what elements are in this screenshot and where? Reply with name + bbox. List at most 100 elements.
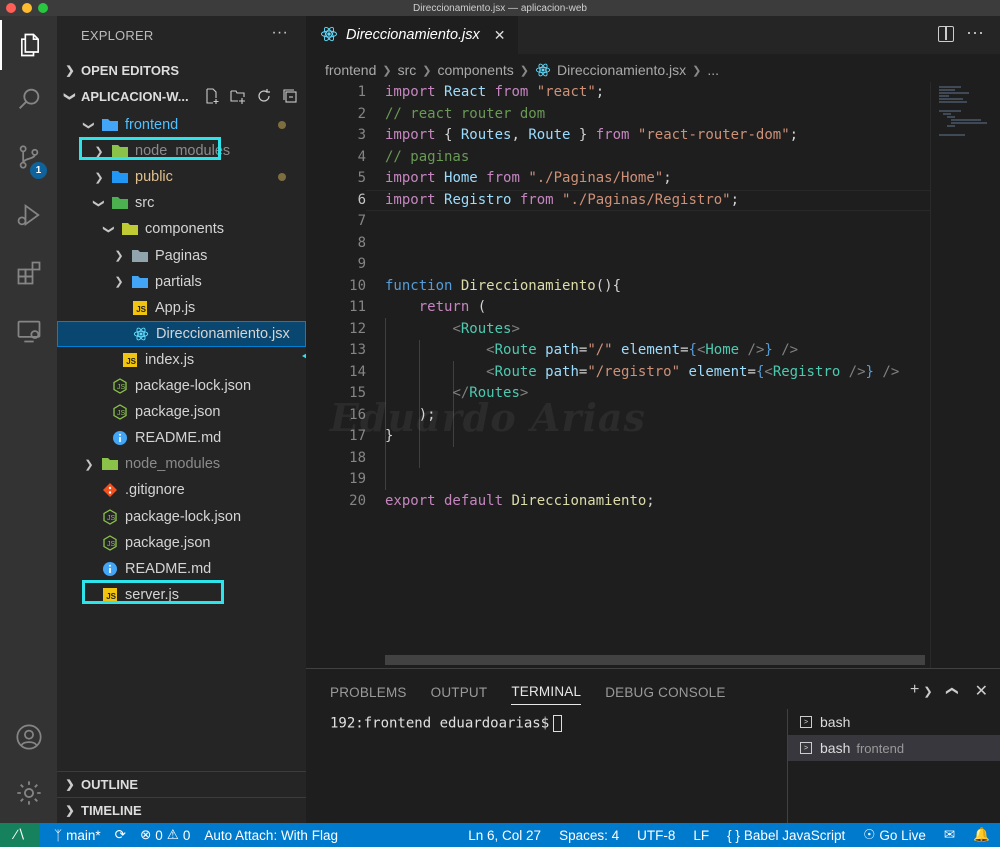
code-line[interactable]: export default Direccionamiento; <box>385 491 655 513</box>
tree-folder[interactable]: ❯ components <box>57 216 306 242</box>
tree-folder[interactable]: ❯ node_modules <box>57 451 306 477</box>
code-line[interactable]: // react router dom <box>385 104 545 126</box>
close-icon[interactable]: ✕ <box>494 27 506 44</box>
code-line[interactable]: return ( <box>385 297 486 319</box>
tree-file[interactable]: JS App.js <box>57 295 306 321</box>
tree-folder[interactable]: ❯ frontend <box>57 112 306 138</box>
terminal-output[interactable]: 192:frontend eduardoarias$ <box>330 715 563 732</box>
problems-indicator[interactable]: ⊗ 0 ⚠ 0 <box>140 827 190 843</box>
go-live-button[interactable]: ☉ Go Live <box>863 827 926 843</box>
code-line[interactable]: function Direccionamiento(){ <box>385 276 621 298</box>
close-window-button[interactable] <box>6 3 16 13</box>
accounts-activity-button[interactable] <box>0 712 57 762</box>
new-terminal-icon[interactable]: + <box>910 681 919 701</box>
code-token: "./Paginas/Registro" <box>562 191 731 208</box>
tree-file[interactable]: JS package-lock.json <box>57 504 306 530</box>
indentation[interactable]: Spaces: 4 <box>559 828 619 843</box>
terminal-icon: > <box>800 742 812 754</box>
tree-file[interactable]: README.md <box>57 556 306 582</box>
breadcrumb-item[interactable]: frontend <box>325 62 376 78</box>
code-token: < <box>486 363 495 380</box>
run-debug-activity-button[interactable] <box>0 190 57 240</box>
language-mode[interactable]: { } Babel JavaScript <box>727 828 845 843</box>
refresh-icon[interactable] <box>256 88 272 104</box>
cursor-position[interactable]: Ln 6, Col 27 <box>468 828 541 843</box>
tree-folder[interactable]: ❯ partials <box>57 269 306 295</box>
tab-terminal[interactable]: TERMINAL <box>511 679 582 705</box>
more-actions-icon[interactable]: ··· <box>966 22 984 43</box>
tree-file[interactable]: Direccionamiento.jsx <box>57 320 306 347</box>
breadcrumb-item[interactable]: src <box>398 62 417 78</box>
maximize-window-button[interactable] <box>38 3 48 13</box>
sync-button[interactable]: ⟳ <box>115 827 126 843</box>
code-editor[interactable]: 1 2 3 4 5 6 7 8 9 10 11 12 13 14 15 16 17 18 19 20 import R… <box>306 82 930 668</box>
code-line[interactable]: // paginas <box>385 147 469 169</box>
explorer-activity-button[interactable] <box>0 20 57 70</box>
tree-file[interactable]: JS package-lock.json <box>57 373 306 399</box>
source-control-activity-button[interactable]: 1 <box>0 132 57 182</box>
split-editor-icon[interactable] <box>938 26 954 42</box>
code-line[interactable]: <Routes> <box>385 319 519 341</box>
minimap[interactable] <box>930 82 1000 668</box>
auto-attach-status[interactable]: Auto Attach: With Flag <box>204 828 338 843</box>
code-token: /> <box>772 342 799 358</box>
timeline-section[interactable]: ❯ TIMELINE <box>57 797 306 823</box>
window-title: Direccionamiento.jsx — aplicacion-web <box>413 2 587 14</box>
tree-item-label: index.js <box>145 351 195 368</box>
end-of-line[interactable]: LF <box>693 828 709 843</box>
breadcrumb-item[interactable]: ... <box>707 62 719 78</box>
tree-file[interactable]: README.md <box>57 425 306 451</box>
code-line[interactable]: import { Routes, Route } from "react-rou… <box>385 125 798 147</box>
open-editors-section[interactable]: ❯ OPEN EDITORS <box>57 57 306 83</box>
tree-file[interactable]: JS index.js <box>57 347 306 373</box>
code-token: ( <box>477 299 487 315</box>
auto-attach-label: Auto Attach: With Flag <box>204 827 338 843</box>
minimap-line <box>939 101 967 103</box>
chevron-down-icon[interactable]: ❯ <box>923 685 932 701</box>
minimize-window-button[interactable] <box>22 3 32 13</box>
tree-file[interactable]: JS package.json <box>57 530 306 556</box>
tree-folder[interactable]: ❯ src <box>57 190 306 216</box>
code-line[interactable]: import React from "react"; <box>385 82 613 104</box>
breadcrumb-item[interactable]: Direccionamiento.jsx <box>557 62 686 78</box>
encoding[interactable]: UTF-8 <box>637 828 675 843</box>
tree-file[interactable]: JS package.json <box>57 399 306 425</box>
code-line[interactable]: <Route path="/registro" element={<Regist… <box>385 362 899 384</box>
tab-debug-console[interactable]: DEBUG CONSOLE <box>605 679 725 705</box>
tree-folder[interactable]: ❯ Paginas <box>57 243 306 269</box>
terminal-item[interactable]: > bash <box>788 709 1000 735</box>
tree-file[interactable]: .gitignore <box>57 477 306 503</box>
code-line[interactable]: import Registro from "./Paginas/Registro… <box>385 190 739 212</box>
tab-direccionamiento[interactable]: Direccionamiento.jsx ✕ <box>306 16 518 54</box>
project-section[interactable]: ❯ APLICACION-W... <box>57 83 306 109</box>
notifications-icon[interactable]: 🔔 <box>973 827 990 843</box>
tab-output[interactable]: OUTPUT <box>431 679 488 705</box>
code-line[interactable]: import Home from "./Paginas/Home"; <box>385 168 672 190</box>
breadcrumb-item[interactable]: components <box>437 62 513 78</box>
extensions-activity-button[interactable] <box>0 248 57 298</box>
manage-activity-button[interactable] <box>0 768 57 818</box>
terminal-item[interactable]: > bash frontend <box>788 735 1000 761</box>
nodejs-file-icon: JS <box>101 508 119 526</box>
minimap-line <box>939 98 963 100</box>
maximize-panel-icon[interactable]: ❯ <box>944 686 964 696</box>
gear-icon <box>16 781 41 805</box>
more-actions-icon[interactable]: ··· <box>271 24 288 42</box>
react-icon <box>320 25 338 46</box>
remote-indicator[interactable]: ∕∖ <box>0 823 40 847</box>
tree-folder[interactable]: ❯ public <box>57 164 306 190</box>
outline-section[interactable]: ❯ OUTLINE <box>57 771 306 797</box>
branch-indicator[interactable]: ᛉ main* <box>54 828 101 843</box>
feedback-icon[interactable]: ✉ <box>944 827 955 843</box>
tab-problems[interactable]: PROBLEMS <box>330 679 407 705</box>
collapse-all-icon[interactable] <box>282 88 298 104</box>
search-activity-button[interactable] <box>0 74 57 124</box>
remote-explorer-activity-button[interactable] <box>0 306 57 356</box>
code-line[interactable]: <Route path="/" element={<Home />} /> <box>385 340 798 362</box>
horizontal-scrollbar[interactable] <box>385 655 925 665</box>
code-token: element <box>621 342 681 358</box>
chevron-right-icon: ❯ <box>65 64 75 77</box>
new-folder-icon[interactable] <box>230 88 246 104</box>
new-file-icon[interactable] <box>204 88 220 104</box>
close-icon[interactable]: ✕ <box>975 681 988 701</box>
